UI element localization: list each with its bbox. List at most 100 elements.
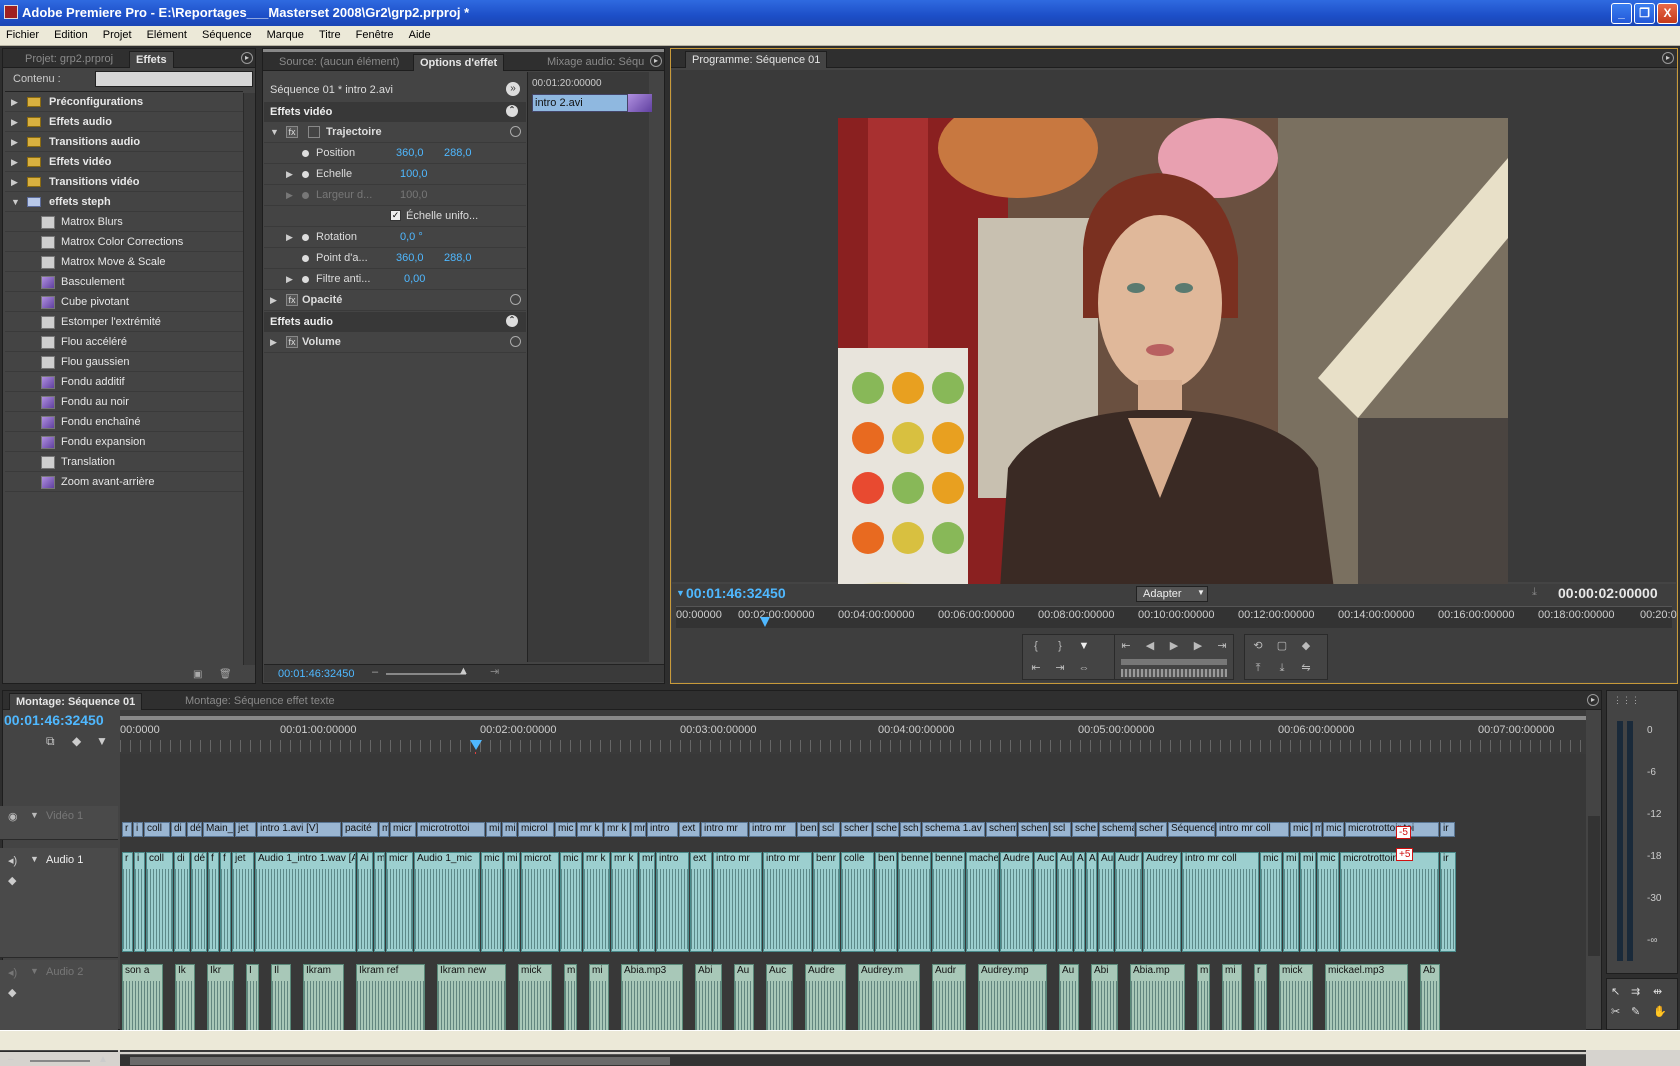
zoom-in-icon[interactable]: ▲ — [458, 665, 469, 677]
menu-projet[interactable]: Projet — [97, 26, 138, 41]
fit-dropdown[interactable]: Adapter ▼ — [1136, 586, 1208, 602]
delete-icon[interactable]: 🗑 — [219, 669, 232, 680]
audio-clip[interactable]: intro mr — [763, 852, 812, 952]
video-clip[interactable]: i — [133, 822, 143, 837]
video-clip[interactable]: schem — [986, 822, 1017, 837]
tab-sequence-effet-texte[interactable]: Montage: Séquence effet texte — [179, 693, 341, 710]
hand-tool-icon[interactable]: ✋ — [1653, 1005, 1667, 1018]
video-clip[interactable]: sche — [1072, 822, 1098, 837]
audio-clip[interactable]: Auc — [1034, 852, 1056, 952]
extract-icon[interactable]: ⤓ — [1273, 659, 1291, 677]
folder-transitions-video[interactable]: ▶ Transitions vidéo — [5, 173, 243, 192]
menu-aide[interactable]: Aide — [403, 26, 437, 41]
program-video-frame[interactable] — [838, 118, 1508, 619]
effect-row-volume[interactable]: ▶ fx Volume — [264, 332, 526, 353]
jog-wheel[interactable] — [1121, 669, 1227, 677]
effect-mini-timeline[interactable]: 00:01:20:00000 intro 2.avi — [527, 72, 652, 662]
video-clip[interactable]: m — [379, 822, 389, 837]
menu-sequence[interactable]: Séquence — [196, 26, 258, 41]
selection-tool-icon[interactable]: ↖ — [1611, 985, 1620, 998]
goto-out-icon[interactable]: ⇥ — [1051, 659, 1069, 677]
video-clip[interactable]: r — [122, 822, 132, 837]
menu-fenetre[interactable]: Fenêtre — [350, 26, 400, 41]
video-clip[interactable]: mr k — [577, 822, 603, 837]
effect-item[interactable]: Fondu au noir — [5, 393, 243, 412]
expand-arrow-icon[interactable]: ▶ — [286, 274, 293, 285]
stopwatch-icon[interactable] — [302, 276, 309, 283]
expand-arrow-icon[interactable]: ▶ — [11, 137, 18, 148]
timeline-ruler[interactable]: 00:0000 00:01:00:00000 00:02:00:00000 00… — [120, 710, 1586, 754]
effects-scrollbar[interactable] — [243, 93, 255, 665]
audio-clip[interactable]: mi — [1300, 852, 1316, 952]
shuttle-slider[interactable] — [1121, 659, 1227, 665]
expand-arrow-icon[interactable]: ▶ — [11, 157, 18, 168]
effect-row-trajectoire[interactable]: ▼ fx Trajectoire — [264, 122, 526, 143]
expand-arrow-icon[interactable]: ▶ — [11, 177, 18, 188]
video-clip[interactable]: ben — [797, 822, 818, 837]
fx-toggle-icon[interactable]: fx — [286, 336, 298, 348]
expand-arrow-icon[interactable]: ▶ — [270, 295, 277, 306]
tab-sequence-01[interactable]: Montage: Séquence 01 — [9, 693, 143, 710]
effect-item[interactable]: Matrox Color Corrections — [5, 233, 243, 252]
effect-item[interactable]: Zoom avant-arrière — [5, 473, 243, 492]
keyframe-icon[interactable]: ◆ — [8, 986, 16, 999]
video-clip[interactable]: microl — [518, 822, 554, 837]
stopwatch-icon[interactable] — [302, 255, 309, 262]
program-time-ruler[interactable]: 00:00000 00:02:00:00000 00:04:00:00000 0… — [676, 606, 1677, 628]
trim-icon[interactable]: ⇋ — [1297, 659, 1315, 677]
audio-clip[interactable]: m — [374, 852, 385, 952]
video-clip[interactable]: mi — [486, 822, 501, 837]
video-clip[interactable]: mr — [631, 822, 646, 837]
video-clip[interactable]: mic — [1323, 822, 1344, 837]
audio-clip[interactable]: ext — [690, 852, 712, 952]
reset-icon[interactable] — [510, 126, 521, 137]
audio-track-1[interactable]: r i coll di dé f f jet Audio 1_intro 1.wav [A] Ai… — [120, 826, 1586, 958]
scrollbar-thumb[interactable] — [130, 1057, 670, 1065]
echelle-value[interactable]: 100,0 — [400, 168, 428, 180]
video-clip[interactable]: sch — [900, 822, 921, 837]
audio-clip[interactable]: f — [208, 852, 219, 952]
audio-clip[interactable]: Au — [1057, 852, 1073, 952]
audio-clip[interactable]: di — [174, 852, 190, 952]
video-clip[interactable]: schen — [1018, 822, 1049, 837]
video-clip[interactable]: intro mr coll — [1216, 822, 1289, 837]
video-clip[interactable]: intro — [647, 822, 678, 837]
timeline-v-scrollbar[interactable] — [1588, 816, 1600, 956]
audio-clip[interactable]: mache — [966, 852, 999, 952]
minimize-button[interactable]: _ — [1611, 3, 1632, 24]
search-input[interactable] — [95, 71, 253, 87]
audio-clip[interactable]: ben — [875, 852, 897, 952]
menu-fichier[interactable]: Fichier — [0, 26, 45, 41]
audio-clip[interactable]: mi — [1283, 852, 1299, 952]
step-back-icon[interactable]: ◀ — [1141, 637, 1159, 655]
audio-clip[interactable]: intro mr — [713, 852, 762, 952]
reset-icon[interactable] — [510, 294, 521, 305]
mark-out-icon[interactable]: } — [1051, 637, 1069, 655]
video-clip[interactable]: ext — [679, 822, 700, 837]
audio-clip[interactable]: mic — [560, 852, 582, 952]
video-clip[interactable]: scher — [1136, 822, 1167, 837]
play-icon[interactable]: ▶ — [1165, 637, 1183, 655]
audio-clip[interactable]: jet — [232, 852, 254, 952]
tab-audio-mixer[interactable]: Mixage audio: Séqu — [541, 54, 650, 71]
reset-icon[interactable] — [510, 336, 521, 347]
fx-toggle-icon[interactable]: fx — [286, 294, 298, 306]
anchor-x-value[interactable]: 360,0 — [396, 252, 424, 264]
audio-clip[interactable]: mic — [1260, 852, 1282, 952]
audio-clip[interactable]: benne — [932, 852, 965, 952]
folder-effets-audio[interactable]: ▶ Effets audio — [5, 113, 243, 132]
audio-clip[interactable]: ir — [1440, 852, 1456, 952]
antiflicker-value[interactable]: 0,00 — [404, 273, 425, 285]
video-clip[interactable]: scher — [841, 822, 872, 837]
playhead-icon[interactable] — [760, 617, 770, 627]
zoom-slider[interactable] — [386, 673, 466, 675]
rotation-value[interactable]: 0,0 ° — [400, 231, 423, 243]
audio-clip[interactable]: Audio 1_intro 1.wav [A] — [255, 852, 356, 952]
add-marker-icon[interactable]: ▼ — [96, 734, 108, 748]
panel-menu-icon[interactable]: ▸ — [241, 52, 253, 64]
tab-program[interactable]: Programme: Séquence 01 — [685, 51, 828, 68]
effect-item[interactable]: Translation — [5, 453, 243, 472]
video-clip[interactable]: mi — [502, 822, 517, 837]
keyframe-icon[interactable]: ◆ — [8, 874, 16, 887]
position-x-value[interactable]: 360,0 — [396, 147, 424, 159]
